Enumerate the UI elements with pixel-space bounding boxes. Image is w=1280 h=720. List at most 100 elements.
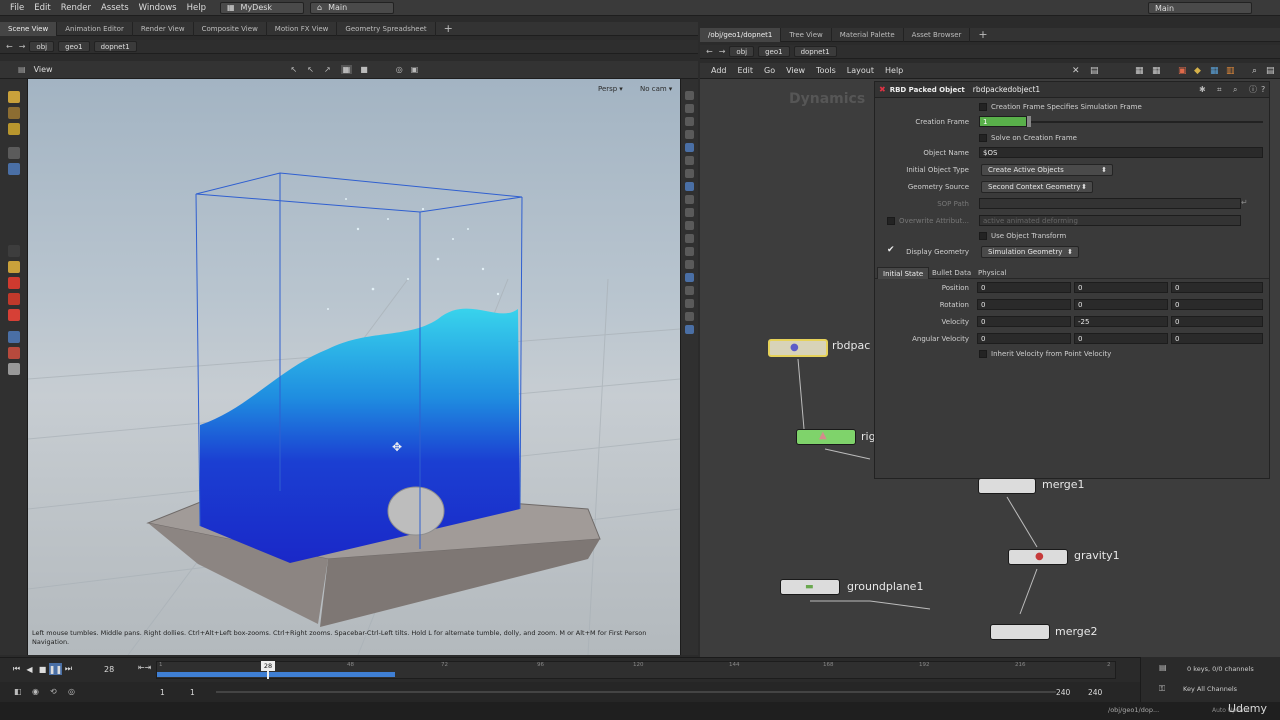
jump-end-icon[interactable]: ⏭ xyxy=(62,663,75,675)
select-tool-icon[interactable] xyxy=(7,147,20,159)
position-y[interactable]: 0 xyxy=(1074,282,1168,293)
persp-menu[interactable]: Persp ▾ xyxy=(598,85,623,93)
brush-icon[interactable] xyxy=(7,91,20,103)
display-icon-14[interactable] xyxy=(685,260,694,269)
display-icon-16[interactable] xyxy=(685,286,694,295)
tab-material-palette[interactable]: Material Palette xyxy=(832,27,904,42)
node-gravity1[interactable]: ● xyxy=(1008,549,1068,565)
audio-icon[interactable]: ◉ xyxy=(32,687,39,696)
main-select[interactable]: ⌂ Main xyxy=(309,1,394,14)
step-icon[interactable]: ⇤⇥ xyxy=(138,663,151,672)
display-icon-13[interactable] xyxy=(685,247,694,256)
tab-animation-editor[interactable]: Animation Editor xyxy=(57,21,133,36)
tab-composite-view[interactable]: Composite View xyxy=(194,21,267,36)
camera-icon[interactable] xyxy=(7,277,20,289)
grid-select-icon[interactable]: ▦ xyxy=(340,65,353,74)
snap-icon[interactable]: ◎ xyxy=(396,65,403,74)
position-x[interactable]: 0 xyxy=(977,282,1071,293)
desktop-select[interactable]: ▦ MyDesk xyxy=(219,1,304,14)
net-menu-edit[interactable]: Edit xyxy=(738,66,754,75)
menu-edit[interactable]: Edit xyxy=(34,3,50,13)
node-rigidbodysolver[interactable]: ▲ xyxy=(796,429,856,445)
position-z[interactable]: 0 xyxy=(1171,282,1263,293)
menu-file[interactable]: File xyxy=(10,3,24,13)
sim-icon[interactable]: ◎ xyxy=(68,687,75,696)
display-icon-11[interactable] xyxy=(685,221,694,230)
net-tool-layout-icon[interactable]: ▥ xyxy=(1226,66,1235,76)
rotation-x[interactable]: 0 xyxy=(977,299,1071,310)
velocity-x[interactable]: 0 xyxy=(977,316,1071,327)
add-right-tab-icon[interactable]: + xyxy=(970,28,995,42)
display-icon-10[interactable] xyxy=(685,208,694,217)
pause-icon[interactable]: ❚❚ xyxy=(49,663,62,675)
lock-icon[interactable] xyxy=(7,163,20,175)
menu-render[interactable]: Render xyxy=(61,3,91,13)
node-merge2[interactable] xyxy=(990,624,1050,640)
net-menu-go[interactable]: Go xyxy=(764,66,775,75)
net-tool-list-icon[interactable]: ▤ xyxy=(1090,66,1099,76)
menu-help[interactable]: Help xyxy=(187,3,206,13)
net-menu-help[interactable]: Help xyxy=(885,66,903,75)
display-icon-8[interactable] xyxy=(685,182,694,191)
creation-frame-specifies-checkbox[interactable] xyxy=(979,103,987,111)
display-icon-3[interactable] xyxy=(685,117,694,126)
realtime-icon[interactable]: ◧ xyxy=(14,687,22,696)
magnet-icon[interactable] xyxy=(7,293,20,305)
display-icon-4[interactable] xyxy=(685,130,694,139)
view-menu-icon[interactable]: ▤ xyxy=(18,65,26,74)
tab-motion-fx-view[interactable]: Motion FX View xyxy=(267,21,338,36)
inherit-velocity-checkbox[interactable] xyxy=(979,350,987,358)
tab-geometry-spreadsheet[interactable]: Geometry Spreadsheet xyxy=(337,21,436,36)
creation-frame-slider-handle[interactable] xyxy=(1027,116,1031,127)
select-arrow-icon[interactable]: ↖ xyxy=(291,65,298,74)
display-icon-6[interactable] xyxy=(685,156,694,165)
net-tool-grid2-icon[interactable]: ▦ xyxy=(1152,66,1161,76)
display-icon-15[interactable] xyxy=(685,273,694,282)
display-options-icon[interactable]: ▣ xyxy=(411,65,419,74)
render-region-icon[interactable] xyxy=(7,347,20,359)
display-icon-19[interactable] xyxy=(685,325,694,334)
angular-velocity-x[interactable]: 0 xyxy=(977,333,1071,344)
geo-source-select[interactable]: Second Context Geometry ⬍ xyxy=(981,181,1093,193)
node-merge1[interactable] xyxy=(978,478,1036,494)
play-reverse-icon[interactable]: ◀ xyxy=(23,663,36,675)
param-node-name[interactable]: rbdpackedobject1 xyxy=(973,85,1040,94)
path-obj[interactable]: obj xyxy=(29,41,55,52)
key-icon[interactable]: ⚿ xyxy=(1159,684,1165,694)
net-tool-menu-icon[interactable]: ▤ xyxy=(1266,66,1275,76)
param-info-icon[interactable]: ⓘ xyxy=(1249,84,1257,95)
creation-frame-field[interactable]: 1 xyxy=(979,116,1027,127)
tab-initial-state[interactable]: Initial State xyxy=(877,267,930,279)
view-tool-icon[interactable] xyxy=(7,331,20,343)
angular-velocity-z[interactable]: 0 xyxy=(1171,333,1263,344)
range-end-2[interactable]: 240 xyxy=(1088,688,1102,697)
range-start-2[interactable]: 1 xyxy=(190,688,195,697)
net-menu-tools[interactable]: Tools xyxy=(816,66,836,75)
net-path-dopnet1[interactable]: dopnet1 xyxy=(793,46,837,57)
current-frame-field[interactable]: 28 xyxy=(104,665,114,674)
add-tab-icon[interactable]: + xyxy=(436,22,461,36)
net-path-geo1[interactable]: geo1 xyxy=(758,46,790,57)
display-geo-select[interactable]: Simulation Geometry ⬍ xyxy=(981,246,1079,258)
node-rbdpackedobject[interactable]: ● xyxy=(768,339,828,357)
handle-icon[interactable] xyxy=(7,245,20,257)
net-tool-wrench-icon[interactable]: ✕ xyxy=(1072,66,1080,76)
net-tool-search-icon[interactable]: ⌕ xyxy=(1252,66,1257,76)
display-icon-17[interactable] xyxy=(685,299,694,308)
snap-magnet-icon[interactable] xyxy=(7,309,20,321)
solve-on-creation-checkbox[interactable] xyxy=(979,134,987,142)
forward-arrow-icon[interactable]: → xyxy=(19,42,26,51)
tab-network-path[interactable]: /obj/geo1/dopnet1 xyxy=(700,27,782,42)
gear-icon[interactable]: ✱ xyxy=(1199,85,1206,94)
object-icon[interactable] xyxy=(7,363,20,375)
display-icon-12[interactable] xyxy=(685,234,694,243)
net-path-obj[interactable]: obj xyxy=(729,46,755,57)
pose-icon[interactable] xyxy=(7,123,20,135)
help-hier-icon[interactable]: ⌗ xyxy=(1217,85,1222,95)
display-icon-1[interactable] xyxy=(685,91,694,100)
rotation-y[interactable]: 0 xyxy=(1074,299,1168,310)
display-icon-2[interactable] xyxy=(685,104,694,113)
select-arrow2-icon[interactable]: ↖ xyxy=(307,65,314,74)
net-menu-add[interactable]: Add xyxy=(711,66,727,75)
square-icon[interactable]: ■ xyxy=(360,65,368,74)
